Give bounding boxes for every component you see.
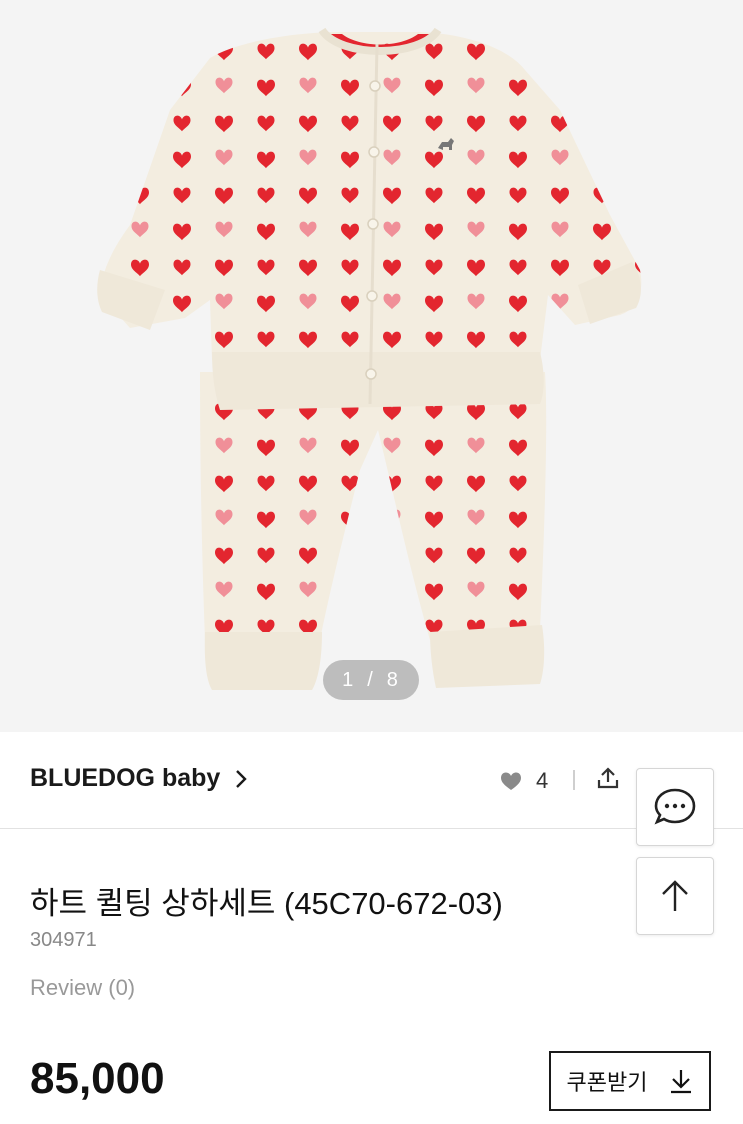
brand-link[interactable]: BLUEDOG baby (30, 764, 248, 793)
pager-total: 8 (386, 668, 400, 691)
download-icon (671, 1070, 692, 1094)
pager-current: 1 (342, 668, 356, 691)
scroll-top-button[interactable] (636, 857, 714, 935)
brand-row: BLUEDOG baby 4 (0, 732, 743, 829)
chevron-right-icon (236, 769, 247, 788)
product-photo (97, 27, 642, 690)
product-image-gallery[interactable]: 1 / 8 (0, 0, 743, 732)
pants (200, 372, 547, 690)
review-link[interactable]: Review (0) (30, 975, 135, 1001)
like-count: 4 (536, 768, 549, 793)
like-button[interactable]: 4 (500, 768, 548, 794)
cardigan (97, 27, 642, 410)
product-code: 304971 (30, 929, 97, 951)
coupon-download-button[interactable]: 쿠폰받기 (549, 1051, 711, 1111)
heart-icon (501, 772, 521, 790)
product-price: 85,000 (30, 1054, 165, 1103)
chat-button[interactable] (636, 768, 714, 846)
brand-name: BLUEDOG baby (30, 764, 221, 792)
pager-separator: / (367, 668, 375, 691)
chat-bubble-icon (654, 788, 696, 825)
image-pager: 1 / 8 (323, 660, 419, 700)
share-icon[interactable] (596, 766, 620, 790)
arrow-up-icon (662, 880, 688, 911)
product-title: 하트 퀼팅 상하세트 (45C70-672-03) (30, 886, 503, 921)
coupon-label: 쿠폰받기 (566, 1070, 648, 1095)
action-divider (573, 770, 575, 790)
